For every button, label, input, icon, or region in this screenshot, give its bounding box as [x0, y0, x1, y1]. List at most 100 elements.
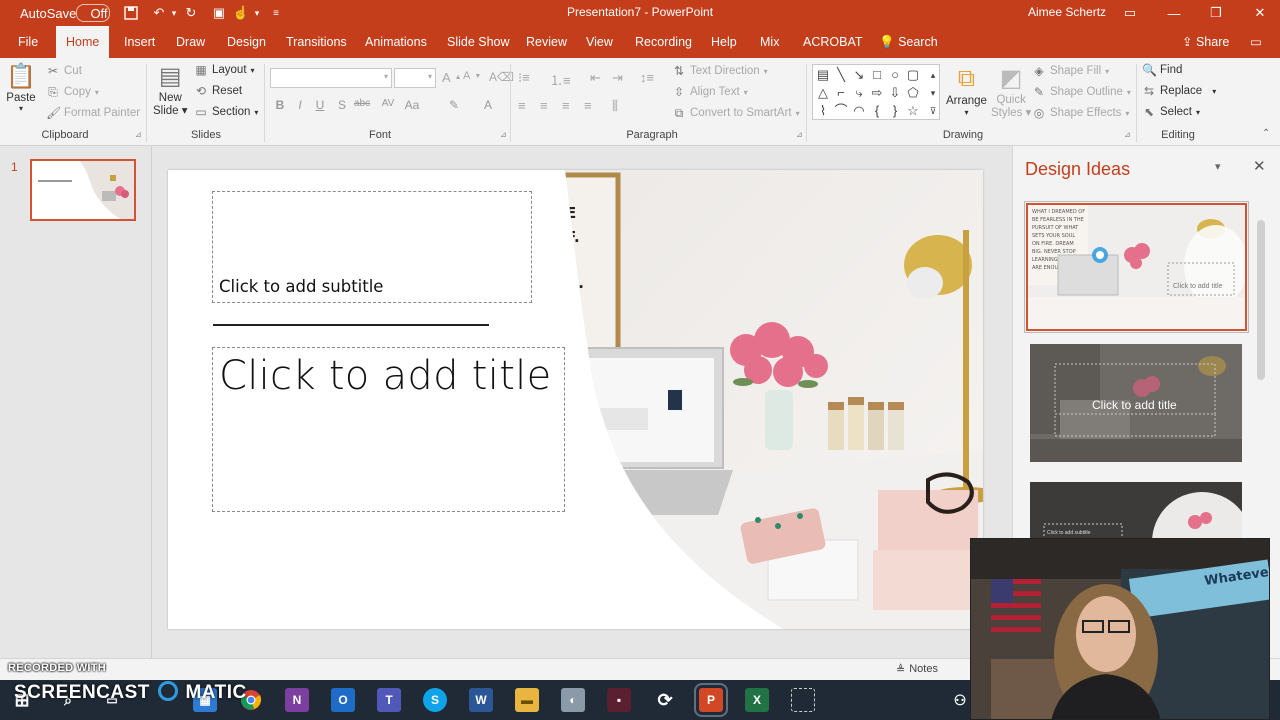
textbox-shape-icon[interactable]: ▤ [815, 67, 831, 83]
tab-review[interactable]: Review [524, 26, 569, 58]
oval-shape-icon[interactable]: ○ [887, 67, 903, 83]
highlight-icon[interactable]: ✎ [446, 98, 462, 112]
rectangle-shape-icon[interactable]: □ [869, 67, 885, 83]
shape-fill-button[interactable]: ◈ Shape Fill ▾ [1032, 64, 1109, 78]
gallery-scroll-down-icon[interactable]: ▾ [925, 85, 941, 101]
slide-canvas[interactable]: E F. G. N Y Click to add subtitle Click … [168, 170, 983, 629]
tab-file[interactable]: File [16, 26, 40, 58]
arrow-line-shape-icon[interactable]: ↘ [851, 67, 867, 83]
curve-shape-icon[interactable]: ⌒ [833, 103, 849, 119]
down-arrow-shape-icon[interactable]: ⇩ [887, 85, 903, 101]
right-brace-shape-icon[interactable]: } [887, 103, 903, 119]
reset-button[interactable]: ⟲ Reset [194, 84, 242, 98]
star-shape-icon[interactable]: ☆ [905, 103, 921, 119]
ribbon-display-options-icon[interactable]: ▭ [1110, 0, 1150, 26]
bold-icon[interactable]: B [272, 98, 288, 112]
line-shape-icon[interactable]: ╲ [833, 67, 849, 83]
excel-icon[interactable]: X [745, 688, 769, 712]
align-left-icon[interactable]: ≡ [518, 98, 526, 113]
title-placeholder[interactable]: Click to add title [212, 347, 565, 512]
collapse-ribbon-icon[interactable]: ⌃ [1262, 128, 1270, 139]
touch-mode-icon[interactable]: ☝ [232, 4, 250, 22]
increase-font-icon[interactable]: A ▲ [442, 70, 462, 85]
shapes-gallery[interactable]: ▤ ╲ ↘ □ ○ ▢ △ ⌐ ⤷ ⇨ ⇩ ⬠ ⌇ ⌒ ◠ { } ☆ ▴ ▾ … [812, 64, 940, 120]
rounded-rect-shape-icon[interactable]: ▢ [905, 67, 921, 83]
powerpoint-icon[interactable]: P [694, 683, 728, 717]
design-pane-scrollbar[interactable] [1257, 220, 1265, 380]
change-case-icon[interactable]: Aa [404, 98, 420, 112]
tab-design[interactable]: Design [225, 26, 268, 58]
snipping-tool-icon[interactable] [791, 688, 815, 712]
teams-icon[interactable]: T [377, 688, 401, 712]
line-spacing-icon[interactable]: ↕≡ [640, 70, 654, 85]
autosave-toggle[interactable]: Off [76, 4, 110, 22]
decrease-font-icon[interactable]: A ▼ [463, 70, 481, 82]
tab-view[interactable]: View [584, 26, 615, 58]
cut-button[interactable]: ✂ Cut [46, 64, 82, 78]
onenote-icon[interactable]: N [285, 688, 309, 712]
start-from-beginning-icon[interactable]: ▣ [210, 4, 228, 22]
loading-icon[interactable]: ⟳ [653, 688, 677, 712]
clipboard-launcher-icon[interactable]: ⊿ [135, 130, 142, 139]
save-icon[interactable] [122, 4, 140, 22]
tell-me-search[interactable]: 💡 Search [877, 26, 940, 58]
touch-dropdown-icon[interactable]: ▾ [252, 4, 262, 22]
tab-mix[interactable]: Mix [758, 26, 781, 58]
tab-draw[interactable]: Draw [174, 26, 207, 58]
user-name[interactable]: Aimee Schertz [1028, 5, 1106, 19]
tab-animations[interactable]: Animations [363, 26, 429, 58]
find-button[interactable]: 🔍 Find [1142, 63, 1182, 77]
select-button[interactable]: ⬉ Select ▾ [1142, 105, 1200, 119]
slide-thumbnail[interactable] [30, 159, 136, 221]
arc-shape-icon[interactable]: ◠ [851, 103, 867, 119]
tab-transitions[interactable]: Transitions [284, 26, 349, 58]
section-button[interactable]: ▭ Section ▾ [194, 105, 258, 119]
minimize-icon[interactable]: — [1154, 0, 1194, 26]
notes-button[interactable]: ≜ Notes [896, 663, 938, 676]
arrange-button[interactable]: ⧉ Arrange ▾ [946, 64, 987, 117]
gallery-more-icon[interactable]: ⊽ [925, 103, 941, 119]
subtitle-placeholder[interactable]: Click to add subtitle [212, 191, 532, 303]
bullets-icon[interactable]: ⁝≡ [518, 70, 530, 86]
columns-icon[interactable]: ⫼ [612, 98, 618, 114]
elbow-connector-shape-icon[interactable]: ⌐ [833, 85, 849, 101]
pentagon-shape-icon[interactable]: ⬠ [905, 85, 921, 101]
shape-outline-button[interactable]: ✎ Shape Outline ▾ [1032, 85, 1131, 99]
tab-acrobat[interactable]: ACROBAT [801, 26, 865, 58]
decrease-indent-icon[interactable]: ⇤ [590, 70, 601, 86]
gallery-scroll-up-icon[interactable]: ▴ [925, 67, 941, 83]
outlook-icon[interactable]: O [331, 688, 355, 712]
tab-insert[interactable]: Insert [122, 26, 157, 58]
pane-options-icon[interactable]: ▾ [1215, 160, 1221, 173]
elbow-arrow-shape-icon[interactable]: ⤷ [851, 85, 867, 101]
restore-icon[interactable]: ❐ [1196, 0, 1236, 26]
right-arrow-shape-icon[interactable]: ⇨ [869, 85, 885, 101]
comments-icon[interactable]: ▭ [1248, 26, 1264, 58]
quick-styles-button[interactable]: ◩ Quick Styles ▾ [991, 64, 1031, 120]
copy-button[interactable]: ⎘ Copy ▾ [46, 85, 99, 99]
design-idea-1[interactable]: WHAT I DREAMED OF BE FEARLESS IN THE PURSU… [1024, 201, 1249, 333]
numbering-icon[interactable]: ⒈≡ [550, 70, 571, 89]
tab-help[interactable]: Help [709, 26, 739, 58]
font-color-icon[interactable]: A [480, 98, 496, 112]
justify-icon[interactable]: ≡ [584, 98, 592, 113]
convert-smartart-button[interactable]: ⧉ Convert to SmartArt ▾ [672, 106, 800, 120]
paste-button[interactable]: 📋 Paste ▾ [6, 62, 36, 113]
file-explorer-icon[interactable]: ▬ [515, 688, 539, 712]
design-idea-3[interactable]: Click to add subtitle [1030, 482, 1242, 542]
font-name-combo[interactable]: ▾ [270, 68, 392, 88]
shadow-icon[interactable]: S [334, 98, 350, 112]
triangle-shape-icon[interactable]: △ [815, 85, 831, 101]
layout-button[interactable]: ▦ Layout ▾ [194, 63, 254, 77]
font-size-combo[interactable]: ▾ [394, 68, 436, 88]
tab-slide-show[interactable]: Slide Show [445, 26, 512, 58]
italic-icon[interactable]: I [292, 98, 308, 112]
share-button[interactable]: ⇪ Share [1180, 26, 1231, 58]
tab-home[interactable]: Home [56, 26, 110, 58]
drawing-launcher-icon[interactable]: ⊿ [1124, 130, 1131, 139]
design-idea-2[interactable]: Click to add title [1030, 344, 1242, 462]
strikethrough-icon[interactable]: abc [354, 98, 370, 109]
customize-toolbar-icon[interactable]: ≡ [270, 4, 282, 22]
paragraph-launcher-icon[interactable]: ⊿ [796, 130, 803, 139]
close-icon[interactable]: ✕ [1240, 0, 1280, 26]
